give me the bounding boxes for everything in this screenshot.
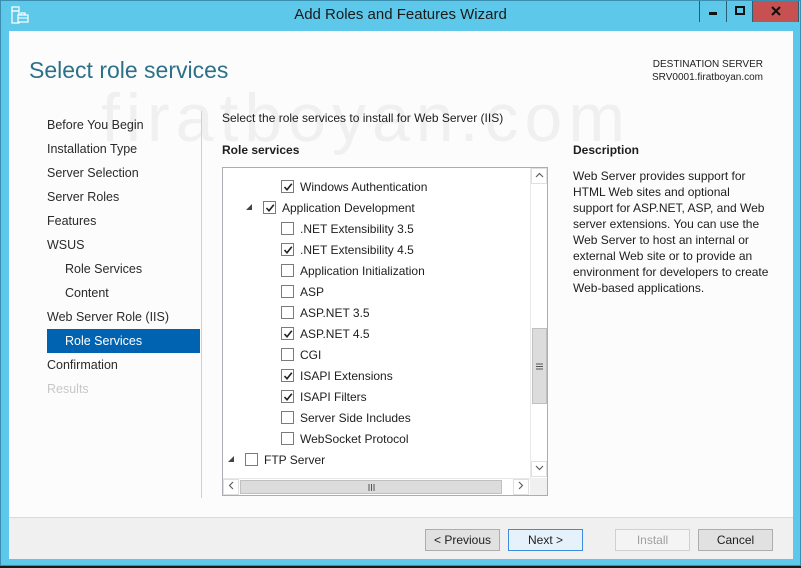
checkbox[interactable] bbox=[281, 243, 294, 256]
destination-server: DESTINATION SERVER SRV0001.firatboyan.co… bbox=[652, 58, 763, 84]
minimize-button[interactable] bbox=[700, 1, 726, 22]
tree-item-label: ASP.NET 3.5 bbox=[300, 305, 370, 320]
tree-item[interactable]: FTP Server bbox=[223, 449, 531, 470]
nav-item-wsus-role-services[interactable]: Role Services bbox=[47, 257, 200, 281]
scrollbar-corner bbox=[530, 478, 547, 495]
tree-item-label: FTP Server bbox=[264, 452, 326, 467]
checkbox[interactable] bbox=[281, 264, 294, 277]
tree-item[interactable]: .NET Extensibility 3.5 bbox=[223, 218, 531, 239]
window-controls bbox=[699, 1, 799, 22]
nav-item-features[interactable]: Features bbox=[47, 209, 200, 233]
close-button[interactable] bbox=[752, 1, 798, 22]
previous-button[interactable]: < Previous bbox=[425, 529, 500, 551]
nav-item-confirmation[interactable]: Confirmation bbox=[47, 353, 200, 377]
checkbox[interactable] bbox=[281, 222, 294, 235]
scroll-right-button[interactable] bbox=[513, 479, 529, 495]
destination-server-label: DESTINATION SERVER bbox=[652, 59, 763, 70]
nav-item-results: Results bbox=[47, 382, 89, 396]
tree-item[interactable]: ASP.NET 3.5 bbox=[223, 302, 531, 323]
nav-divider bbox=[201, 111, 202, 498]
checkbox[interactable] bbox=[281, 180, 294, 193]
tree-item[interactable]: WebSocket Protocol bbox=[223, 428, 531, 449]
scroll-up-button[interactable] bbox=[531, 168, 547, 184]
checkbox[interactable] bbox=[281, 369, 294, 382]
checkbox[interactable] bbox=[245, 453, 258, 466]
nav-item-installation-type[interactable]: Installation Type bbox=[47, 137, 200, 161]
nav-item-before-you-begin[interactable]: Before You Begin bbox=[47, 113, 200, 137]
cancel-button[interactable]: Cancel bbox=[698, 529, 773, 551]
nav-item-iis-role-services[interactable]: Role Services bbox=[47, 329, 200, 353]
checkbox[interactable] bbox=[281, 348, 294, 361]
page-title: Select role services bbox=[29, 57, 229, 83]
wizard-client-area: firatboyan.com Select role services DEST… bbox=[9, 31, 793, 559]
grip-icon bbox=[368, 480, 375, 494]
wizard-footer: < Previous Next > Install Cancel bbox=[9, 517, 793, 559]
window-title: Add Roles and Features Wizard bbox=[294, 6, 507, 23]
tree-item[interactable]: ASP.NET 4.5 bbox=[223, 323, 531, 344]
tree-item[interactable]: Application Initialization bbox=[223, 260, 531, 281]
maximize-button[interactable] bbox=[726, 1, 752, 22]
tree-item-label: .NET Extensibility 4.5 bbox=[300, 242, 414, 257]
checkbox[interactable] bbox=[281, 390, 294, 403]
nav-item-wsus-content[interactable]: Content bbox=[47, 281, 200, 305]
tree-item[interactable]: Server Side Includes bbox=[223, 407, 531, 428]
vertical-scroll-thumb[interactable] bbox=[532, 328, 547, 404]
nav-item-server-roles[interactable]: Server Roles bbox=[47, 185, 200, 209]
nav-item-wsus[interactable]: WSUS bbox=[47, 233, 200, 257]
expand-collapse-icon[interactable] bbox=[227, 455, 237, 465]
checkbox[interactable] bbox=[281, 327, 294, 340]
tree-item-label: Application Initialization bbox=[300, 263, 425, 278]
tree-item-label: ISAPI Extensions bbox=[300, 368, 393, 383]
tree-item-label: .NET Extensibility 3.5 bbox=[300, 221, 414, 236]
scroll-left-button[interactable] bbox=[223, 479, 239, 495]
checkbox[interactable] bbox=[281, 411, 294, 424]
vertical-scrollbar[interactable] bbox=[530, 168, 547, 478]
tree-item-label: Application Development bbox=[282, 200, 415, 215]
tree-item[interactable]: .NET Extensibility 4.5 bbox=[223, 239, 531, 260]
horizontal-scroll-thumb[interactable] bbox=[240, 480, 502, 494]
install-button: Install bbox=[615, 529, 690, 551]
chevron-left-icon bbox=[228, 481, 234, 493]
tree-item[interactable]: Windows Authentication bbox=[223, 176, 531, 197]
tree-item-label: ASP.NET 4.5 bbox=[300, 326, 370, 341]
description-text: Web Server provides support for HTML Web… bbox=[573, 169, 769, 295]
expand-collapse-icon[interactable] bbox=[245, 203, 255, 213]
instruction-text: Select the role services to install for … bbox=[222, 111, 504, 125]
nav-item-web-server-role[interactable]: Web Server Role (IIS) bbox=[47, 305, 200, 329]
checkbox[interactable] bbox=[281, 306, 294, 319]
tree-item-label: ASP bbox=[300, 284, 325, 299]
tree-item[interactable]: CGI bbox=[223, 344, 531, 365]
wizard-window: Add Roles and Features Wizard firatboyan… bbox=[0, 0, 801, 566]
destination-server-name: SRV0001.firatboyan.com bbox=[652, 72, 763, 83]
checkbox[interactable] bbox=[281, 432, 294, 445]
tree-content: Windows Authentication Application Develo… bbox=[223, 176, 531, 470]
tree-item-label: ISAPI Filters bbox=[300, 389, 367, 404]
tree-item[interactable]: ISAPI Extensions bbox=[223, 365, 531, 386]
maximize-icon bbox=[734, 5, 745, 19]
chevron-down-icon bbox=[535, 464, 544, 474]
tree-item-label: WebSocket Protocol bbox=[300, 431, 409, 446]
description-label: Description bbox=[573, 143, 640, 157]
close-icon bbox=[770, 5, 781, 19]
tree-item[interactable]: ASP bbox=[223, 281, 531, 302]
chevron-right-icon bbox=[518, 481, 524, 493]
next-button[interactable]: Next > bbox=[508, 529, 583, 551]
grip-icon bbox=[536, 359, 543, 373]
title-bar[interactable]: Add Roles and Features Wizard bbox=[1, 1, 800, 31]
checkbox[interactable] bbox=[281, 285, 294, 298]
tree-item-label: Server Side Includes bbox=[300, 410, 411, 425]
tree-item[interactable]: ISAPI Filters bbox=[223, 386, 531, 407]
tree-item-label: Windows Authentication bbox=[300, 179, 428, 194]
checkbox[interactable] bbox=[263, 201, 276, 214]
role-services-label: Role services bbox=[222, 143, 300, 157]
minimize-icon bbox=[708, 5, 718, 19]
chevron-up-icon bbox=[535, 171, 544, 181]
tree-item-label: CGI bbox=[300, 347, 322, 362]
scroll-down-button[interactable] bbox=[531, 461, 547, 477]
role-services-tree[interactable]: Windows Authentication Application Develo… bbox=[222, 167, 548, 496]
wizard-nav: Before You Begin Installation Type Serve… bbox=[47, 113, 200, 401]
nav-item-server-selection[interactable]: Server Selection bbox=[47, 161, 200, 185]
tree-item[interactable]: Application Development bbox=[223, 197, 531, 218]
horizontal-scrollbar[interactable] bbox=[223, 478, 531, 495]
